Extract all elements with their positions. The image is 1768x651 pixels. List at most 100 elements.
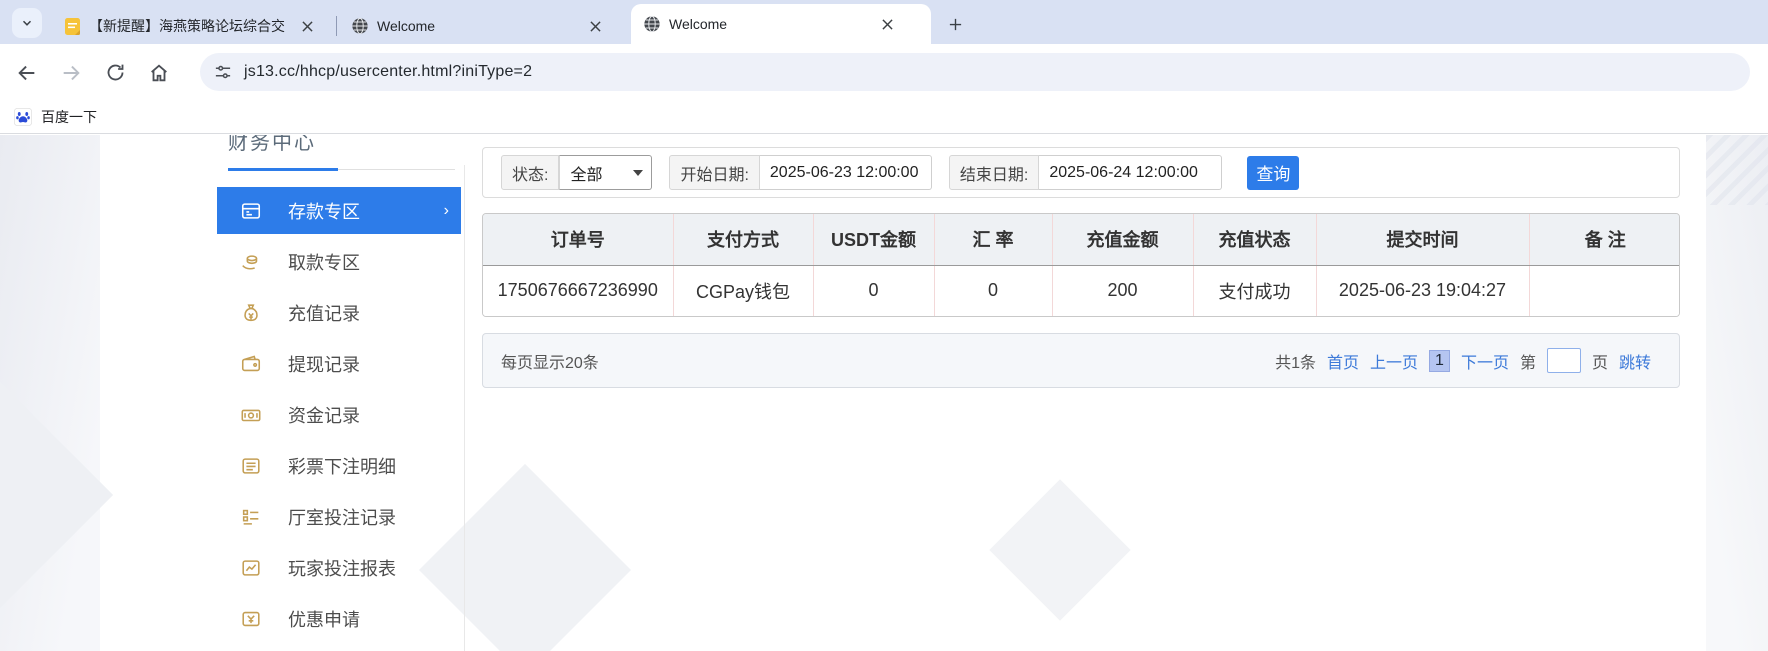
sidebar-item-label: 取款专区 <box>288 252 360 273</box>
col-submit-time: 提交时间 <box>1316 214 1530 266</box>
background-pattern <box>1706 135 1768 205</box>
report-chart-icon <box>240 557 262 579</box>
tab-forum[interactable]: 【新提醒】海燕策略论坛综合交 <box>52 8 334 44</box>
col-status: 充值状态 <box>1193 214 1317 266</box>
pagination-bar: 每页显示20条 共1条 首页 上一页 1 下一页 第 页 跳转 <box>482 333 1680 388</box>
start-date-label: 开始日期: <box>669 155 760 190</box>
status-filter-group: 状态: 全部 <box>501 155 653 190</box>
jump-suffix-label: 页 <box>1591 354 1608 372</box>
cell-status: 支付成功 <box>1193 265 1317 316</box>
sidebar-item-withdraw-records[interactable]: 提现记录 <box>205 338 465 389</box>
chevron-down-icon <box>20 16 34 30</box>
pagination-controls: 共1条 首页 上一页 1 下一页 第 页 跳转 <box>1275 348 1651 373</box>
table-row: 1750676667236990 CGPay钱包 0 0 200 支付成功 20… <box>483 265 1679 316</box>
address-bar[interactable]: js13.cc/hhcp/usercenter.html?iniType=2 <box>200 53 1750 91</box>
per-page-label: 每页显示20条 <box>501 354 599 372</box>
close-icon[interactable] <box>585 16 605 36</box>
sidebar-item-label: 存款专区 <box>288 201 360 222</box>
room-bet-icon <box>240 506 262 528</box>
prev-page-link[interactable]: 上一页 <box>1370 349 1418 373</box>
tab-welcome-active[interactable]: Welcome <box>631 4 931 44</box>
start-date-input[interactable]: 2025-06-23 12:00:00 <box>759 155 932 190</box>
finance-sidebar: 财务中心 存款专区 › 取款专区 充值记录 提现记录 资金记录 彩票下注明细 厅… <box>205 135 465 651</box>
sidebar-item-room-bet-records[interactable]: 厅室投注记录 <box>205 491 465 542</box>
status-select-value: 全部 <box>570 166 603 184</box>
sidebar-item-player-bet-report[interactable]: 玩家投注报表 <box>205 542 465 593</box>
col-pay-method: 支付方式 <box>673 214 814 266</box>
status-select[interactable]: 全部 <box>559 155 653 190</box>
jump-page-input[interactable] <box>1546 348 1581 373</box>
page-viewport: 财务中心 存款专区 › 取款专区 充值记录 提现记录 资金记录 彩票下注明细 厅… <box>0 135 1768 651</box>
sidebar-item-deposit-zone[interactable]: 存款专区 › <box>217 187 461 234</box>
tab-title: 【新提醒】海燕策略论坛综合交 <box>89 18 285 34</box>
bookmark-baidu[interactable]: 百度一下 <box>41 107 97 127</box>
col-order-id: 订单号 <box>483 214 674 266</box>
sidebar-menu: 存款专区 › 取款专区 充值记录 提现记录 资金记录 彩票下注明细 厅室投注记录… <box>205 187 465 644</box>
url-text[interactable]: js13.cc/hhcp/usercenter.html?iniType=2 <box>244 63 532 81</box>
table-header-row: 订单号 支付方式 USDT金额 汇 率 充值金额 充值状态 提交时间 备 注 <box>483 214 1679 266</box>
sidebar-item-label: 厅室投注记录 <box>288 507 396 528</box>
new-tab-button[interactable] <box>941 10 969 38</box>
sidebar-item-label: 优惠申请 <box>288 609 360 630</box>
baidu-icon <box>14 108 32 126</box>
withdraw-hand-icon <box>240 251 262 273</box>
next-page-link[interactable]: 下一页 <box>1461 349 1509 373</box>
sidebar-item-fund-records[interactable]: 资金记录 <box>205 389 465 440</box>
start-date-group: 开始日期: 2025-06-23 12:00:00 <box>669 155 932 190</box>
chevron-right-icon: › <box>443 201 449 219</box>
sidebar-item-withdraw-zone[interactable]: 取款专区 <box>205 236 465 287</box>
globe-icon <box>643 15 661 33</box>
moneybag-icon <box>240 302 262 324</box>
sidebar-item-label: 提现记录 <box>288 354 360 375</box>
sidebar-item-label: 彩票下注明细 <box>288 456 396 477</box>
tab-title: Welcome <box>669 16 728 32</box>
yellow-doc-icon <box>64 17 81 36</box>
select-caret-icon <box>633 169 644 176</box>
jump-prefix-label: 第 <box>1519 354 1536 372</box>
cell-usdt-amount: 0 <box>813 265 935 316</box>
home-button[interactable] <box>142 56 176 90</box>
decorative-triangle <box>989 479 1131 621</box>
end-date-label: 结束日期: <box>948 155 1040 190</box>
back-button[interactable] <box>10 56 44 90</box>
first-page-link[interactable]: 首页 <box>1327 349 1359 373</box>
browser-toolbar: js13.cc/hhcp/usercenter.html?iniType=2 <box>0 44 1768 101</box>
sidebar-title-underline <box>228 168 455 171</box>
cell-remark <box>1529 265 1679 316</box>
sidebar-item-lottery-bet-detail[interactable]: 彩票下注明细 <box>205 440 465 491</box>
sidebar-title: 财务中心 <box>228 135 316 154</box>
deposit-card-icon <box>240 200 262 222</box>
cell-pay-method: CGPay钱包 <box>673 265 814 316</box>
end-date-input[interactable]: 2025-06-24 12:00:00 <box>1039 155 1223 190</box>
jump-button[interactable]: 跳转 <box>1619 349 1651 373</box>
col-recharge-amount: 充值金额 <box>1052 214 1194 266</box>
col-remark: 备 注 <box>1529 214 1679 266</box>
current-page-badge: 1 <box>1429 349 1450 372</box>
search-button[interactable]: 查询 <box>1247 155 1300 190</box>
col-usdt-amount: USDT金额 <box>813 214 935 266</box>
cell-order-id: 1750676667236990 <box>483 265 674 316</box>
sidebar-item-promo-apply[interactable]: 优惠申请 <box>205 593 465 644</box>
banknote-icon <box>240 404 262 426</box>
cell-rate: 0 <box>934 265 1053 316</box>
tab-strip: 【新提醒】海燕策略论坛综合交 Welcome Welcome <box>0 0 1768 44</box>
coupon-icon <box>240 608 262 630</box>
sidebar-item-label: 充值记录 <box>288 303 360 324</box>
sidebar-item-recharge-records[interactable]: 充值记录 <box>205 287 465 338</box>
close-icon[interactable] <box>297 16 317 36</box>
recharge-table: 订单号 支付方式 USDT金额 汇 率 充值金额 充值状态 提交时间 备 注 1 <box>482 213 1680 317</box>
tab-search-button[interactable] <box>12 8 42 38</box>
total-count-label: 共1条 <box>1275 354 1316 372</box>
site-settings-icon[interactable] <box>214 63 232 81</box>
col-rate: 汇 率 <box>934 214 1053 266</box>
filter-bar: 状态: 全部 开始日期: 2025-06-23 12:00:00 结束日期: 2… <box>482 147 1680 198</box>
bookmarks-bar: 百度一下 <box>0 101 1768 134</box>
forward-button[interactable] <box>54 56 88 90</box>
tab-divider <box>336 16 337 36</box>
end-date-group: 结束日期: 2025-06-24 12:00:00 <box>948 155 1223 190</box>
tab-welcome-1[interactable]: Welcome <box>339 8 631 44</box>
cell-recharge-amount: 200 <box>1052 265 1194 316</box>
close-icon[interactable] <box>877 14 897 34</box>
reload-button[interactable] <box>98 56 132 90</box>
browser-window: 【新提醒】海燕策略论坛综合交 Welcome Welcome js13.cc/h… <box>0 0 1768 651</box>
